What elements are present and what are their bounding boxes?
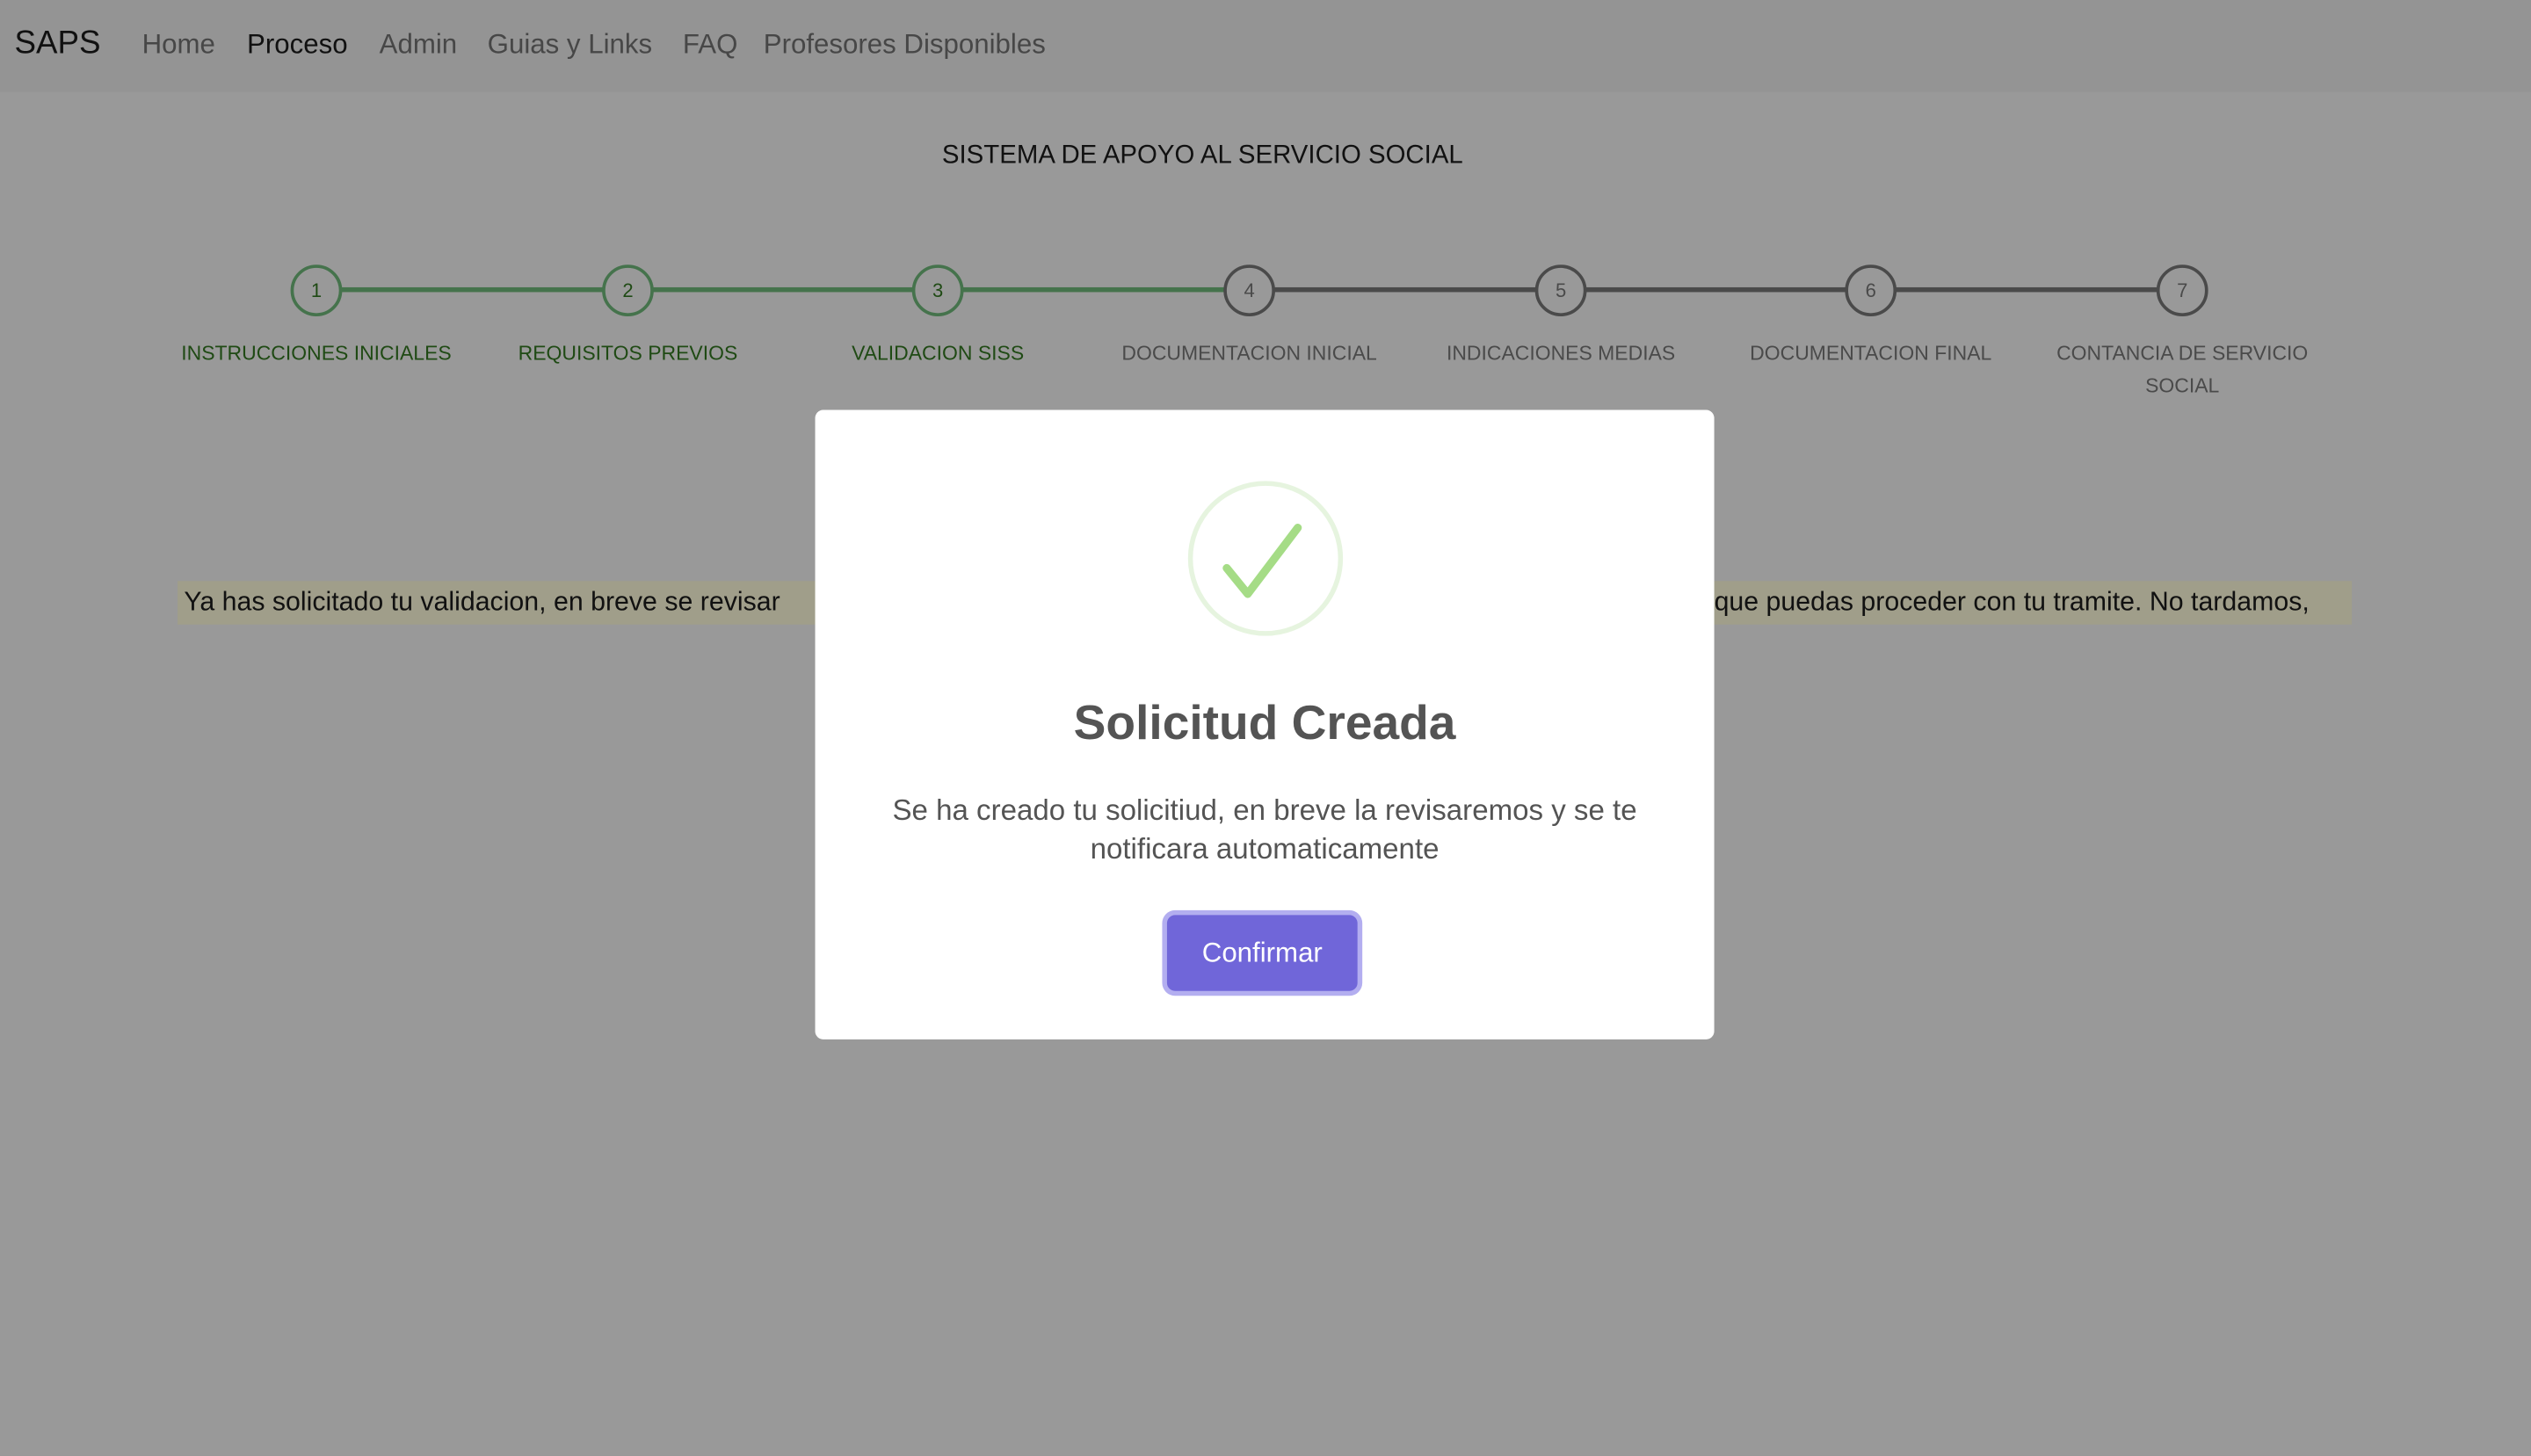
nav-admin[interactable]: Admin [380,29,458,62]
nav-proceso[interactable]: Proceso [247,29,348,62]
step-3[interactable]: 3 VALIDACION SISS [793,264,1084,369]
modal-message: Se ha creado tu solicitiud, en breve la … [892,793,1637,866]
step-label: DOCUMENTACION INICIAL [1121,342,1377,366]
step-6[interactable]: 6 DOCUMENTACION FINAL [1725,264,2016,369]
nav-guias-links[interactable]: Guias y Links [488,29,652,62]
step-number: 7 [2156,264,2208,316]
nav-profesores[interactable]: Profesores Disponibles [764,29,1046,62]
step-label: REQUISITOS PREVIOS [518,342,738,366]
page: SAPS Home Proceso Admin Guias y Links FA… [0,0,2531,1456]
step-2[interactable]: 2 REQUISITOS PREVIOS [482,264,773,369]
brand-logo[interactable]: SAPS [15,25,101,62]
success-check-icon [1187,481,1344,636]
step-label: INDICACIONES MEDIAS [1446,342,1676,366]
step-number: 4 [1223,264,1275,316]
step-number: 3 [911,264,964,316]
step-7[interactable]: 7 CONTANCIA DE SERVICIO SOCIAL [2037,264,2328,402]
success-modal: Solicitud Creada Se ha creado tu solicit… [815,409,1715,1039]
step-5[interactable]: 5 INDICACIONES MEDIAS [1416,264,1707,369]
step-label: VALIDACION SISS [852,342,1025,366]
notice-text-right: que puedas proceder con tu tramite. No t… [1714,587,2310,617]
modal-title: Solicitud Creada [1073,697,1456,751]
nav-home[interactable]: Home [142,29,215,62]
step-number: 6 [1845,264,1897,316]
notice-text-left: Ya has solicitado tu validacion, en brev… [184,587,780,617]
step-label: CONTANCIA DE SERVICIO SOCIAL [2056,342,2309,397]
step-number: 1 [290,264,343,316]
page-title: SISTEMA DE APOYO AL SERVICIO SOCIAL [941,141,1463,170]
step-label: DOCUMENTACION FINAL [1750,342,1992,366]
navbar: SAPS Home Proceso Admin Guias y Links FA… [0,0,2531,92]
step-4[interactable]: 4 DOCUMENTACION INICIAL [1104,264,1395,369]
step-number: 5 [1534,264,1587,316]
step-label: INSTRUCCIONES INICIALES [181,342,452,366]
confirm-button[interactable]: Confirmar [1166,915,1358,991]
step-number: 2 [602,264,654,316]
nav-faq[interactable]: FAQ [683,29,737,62]
step-1[interactable]: 1 INSTRUCCIONES INICIALES [171,264,462,369]
